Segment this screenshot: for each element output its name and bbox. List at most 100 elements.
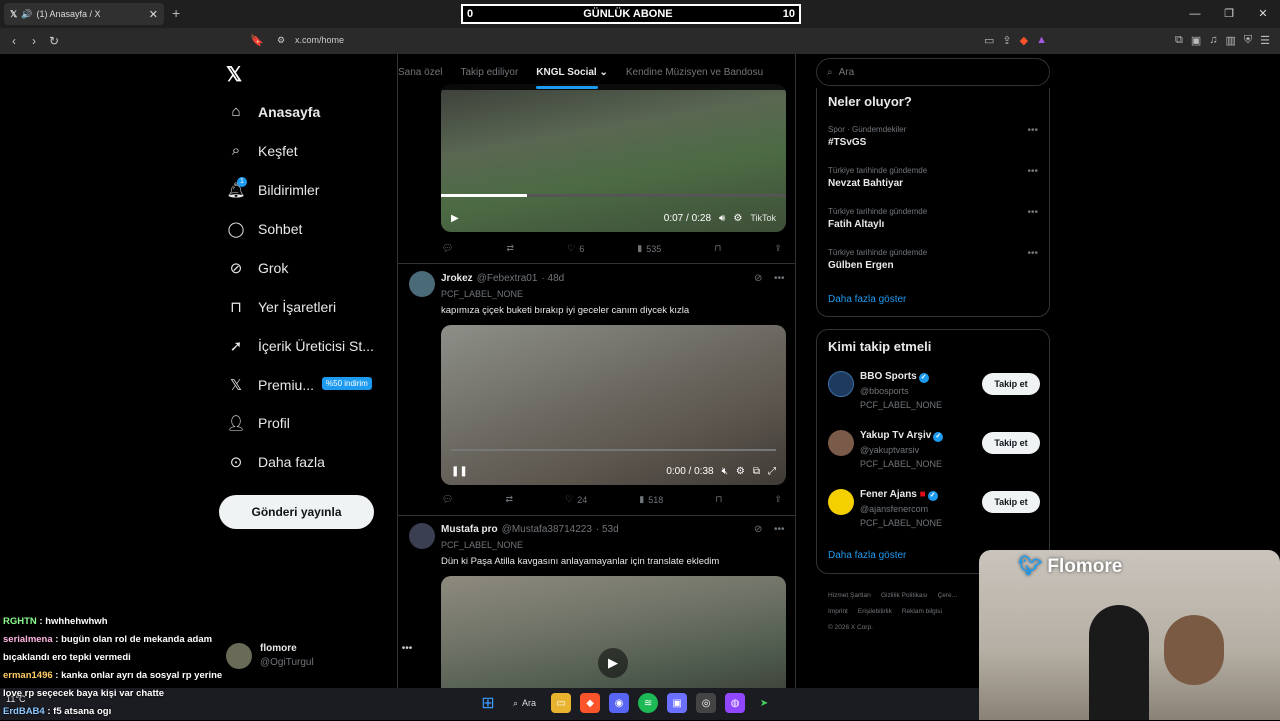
brave-shield-icon[interactable]: ◆ [1020,34,1028,47]
bookmark-icon[interactable]: ⊓ [714,243,721,254]
app-icon[interactable]: ▣ [667,693,688,713]
author-name[interactable]: Mustafa pro [441,524,498,535]
fullscreen-icon[interactable]: ⤢ [768,466,776,477]
nav-profile[interactable]: 👤︎ Profil [226,414,289,432]
trend-item[interactable]: Türkiye tarihinde gündemde Nevzat Bahtiya… [828,166,1038,189]
x-logo-icon[interactable]: 𝕏 [226,62,242,87]
author-name[interactable]: Jrokez [441,273,473,284]
reply-icon[interactable]: 💬︎ [442,494,453,505]
more-dots-icon[interactable]: ••• [774,273,785,284]
account-switcher[interactable]: flomore @OgiTurgul ••• [226,643,412,669]
follow-suggestion[interactable]: Fener Ajans ■ ✓ @ajansfenercom PCF_LABEL_… [828,489,1040,539]
reload-icon[interactable]: ↻ [44,34,64,48]
volume-icon[interactable]: 🔊︎ [719,213,725,224]
vpn-icon[interactable]: ⛨ [1244,34,1252,47]
author-handle[interactable]: @Mustafa38714223 [502,524,592,535]
retweet-icon[interactable]: ⇄ [506,494,514,505]
tweet-video[interactable]: ❚❚ 0:00 / 0:38 🔇︎ ⚙ ⧉ ⤢ [441,325,786,485]
trend-item[interactable]: Türkiye tarihinde gündemde Gülben Ergen ••… [828,248,1038,271]
brave-browser-icon[interactable]: ◆ [580,693,601,713]
minimize-button[interactable]: — [1178,0,1212,28]
music-icon[interactable]: ♫ [1209,34,1217,47]
more-dots-icon[interactable]: ••• [1027,125,1038,136]
browser-tab[interactable]: 𝕏 🔊 (1) Anasayfa / X ✕ [4,3,164,25]
nav-notifications[interactable]: 🔔︎ 1 Bildirimler [226,177,319,199]
footer-link[interactable]: Reklam bilgisi [902,608,942,615]
avatar[interactable] [409,523,435,549]
views-button[interactable]: ▮ 535 [637,243,661,254]
windows-start-icon[interactable]: ⊞ [478,693,498,713]
follow-button[interactable]: Takip et [982,432,1040,454]
close-window-button[interactable]: ✕ [1246,0,1280,28]
share-icon[interactable]: ⇪ [774,243,782,254]
popout-icon[interactable]: ⧉ [753,466,760,477]
nav-more[interactable]: ⊙ Daha fazla [226,453,325,471]
like-button[interactable]: ♡ 24 [565,494,587,505]
nav-home[interactable]: ⌂ Anasayfa [226,103,320,120]
more-dots-icon[interactable]: ••• [1027,166,1038,177]
follow-button[interactable]: Takip et [982,373,1040,395]
show-more-suggestions-link[interactable]: Daha fazla göster [828,550,906,561]
follow-suggestion[interactable]: BBO Sports ✓ @bbosports PCF_LABEL_NONE Ta… [828,371,1040,421]
follow-button[interactable]: Takip et [982,491,1040,513]
nav-chat[interactable]: ◯ Sohbet [226,220,303,238]
footer-link[interactable]: Hizmet Şartları [828,592,871,599]
share-icon[interactable]: ⇪ [1002,34,1011,47]
nav-creator-studio[interactable]: ➚ İçerik Üreticisi St... [226,337,374,355]
play-icon[interactable]: ▶ [598,648,628,678]
discord-icon[interactable]: ◉ [609,693,630,713]
rewards-icon[interactable]: ▲ [1036,34,1047,47]
trend-item[interactable]: Spor · Gündemdekiler #TSvGS ••• [828,125,1038,148]
grok-icon[interactable]: ⊘ [754,524,762,535]
taskbar-search[interactable]: ⌕ Ara [513,698,536,709]
nav-explore[interactable]: ⌕ Keşfet [226,142,298,159]
more-dots-icon[interactable]: ••• [1027,248,1038,259]
avatar[interactable] [409,271,435,297]
tweet-video[interactable]: ▶ 0:07 / 0:28 🔊︎ ⚙ TikTok [441,84,786,232]
author-handle[interactable]: @Febextra01 [477,273,538,284]
screen-icon[interactable]: ▭ [984,34,994,47]
site-info-icon[interactable]: ⚙ [277,35,285,46]
pause-icon[interactable]: ❚❚ [451,466,468,477]
bookmark-icon[interactable]: 🔖 [250,34,264,47]
grok-icon[interactable]: ⊘ [754,273,762,284]
like-button[interactable]: ♡ 6 [567,243,584,254]
more-dots-icon[interactable]: ••• [774,524,785,535]
video-progress-bar[interactable] [441,194,786,197]
menu-icon[interactable]: ☰ [1260,34,1270,47]
steam-icon[interactable]: ◎ [696,693,717,713]
footer-link[interactable]: Imprint [828,608,848,615]
tab-kngl-social[interactable]: KNGL Social ⌄ [536,67,608,89]
footer-link[interactable]: Gizlilik Politikası [881,592,928,599]
play-icon[interactable]: ▶ [451,213,459,224]
bookmark-icon[interactable]: ⊓ [715,494,722,505]
settings-icon[interactable]: ⚙ [733,213,742,224]
spotify-icon[interactable]: ≋ [638,693,659,713]
tab-musician[interactable]: Kendine Müzisyen ve Bandosu [626,67,763,78]
tweet-video[interactable]: ▶ [441,576,786,688]
nav-grok[interactable]: ⊘ Grok [226,259,289,277]
extensions-icon[interactable]: ⧉ [1175,34,1183,47]
share-icon[interactable]: ⇪ [774,494,782,505]
settings-icon[interactable]: ⚙ [736,466,745,477]
retweet-icon[interactable]: ⇄ [507,243,515,254]
twitch-icon[interactable]: ◍ [725,693,746,713]
file-explorer-icon[interactable]: ▭ [551,693,572,713]
more-dots-icon[interactable]: ••• [1027,207,1038,218]
post-button[interactable]: Gönderi yayınla [219,495,374,529]
nav-premium[interactable]: 𝕏 Premiu... [226,376,314,394]
maximize-button[interactable]: ❐ [1212,0,1246,28]
follow-suggestion[interactable]: Yakup Tv Arşiv ✓ @yakuptvarsiv PCF_LABEL_… [828,430,1040,480]
close-tab-icon[interactable]: ✕ [149,8,158,21]
new-tab-button[interactable]: + [172,5,180,21]
video-progress-bar[interactable] [451,449,776,451]
show-more-trends-link[interactable]: Daha fazla göster [828,294,906,305]
sidebar-icon[interactable]: ▥ [1225,34,1235,47]
reply-icon[interactable]: 💬︎ [442,243,453,254]
forward-icon[interactable]: › [24,34,44,48]
footer-link[interactable]: Çere... [938,592,958,599]
search-input[interactable]: ⌕ Ara [816,58,1050,86]
mute-icon[interactable]: 🔇︎ [722,466,728,477]
trend-item[interactable]: Türkiye tarihinde gündemde Fatih Altaylı •… [828,207,1038,230]
back-icon[interactable]: ‹ [4,34,24,48]
